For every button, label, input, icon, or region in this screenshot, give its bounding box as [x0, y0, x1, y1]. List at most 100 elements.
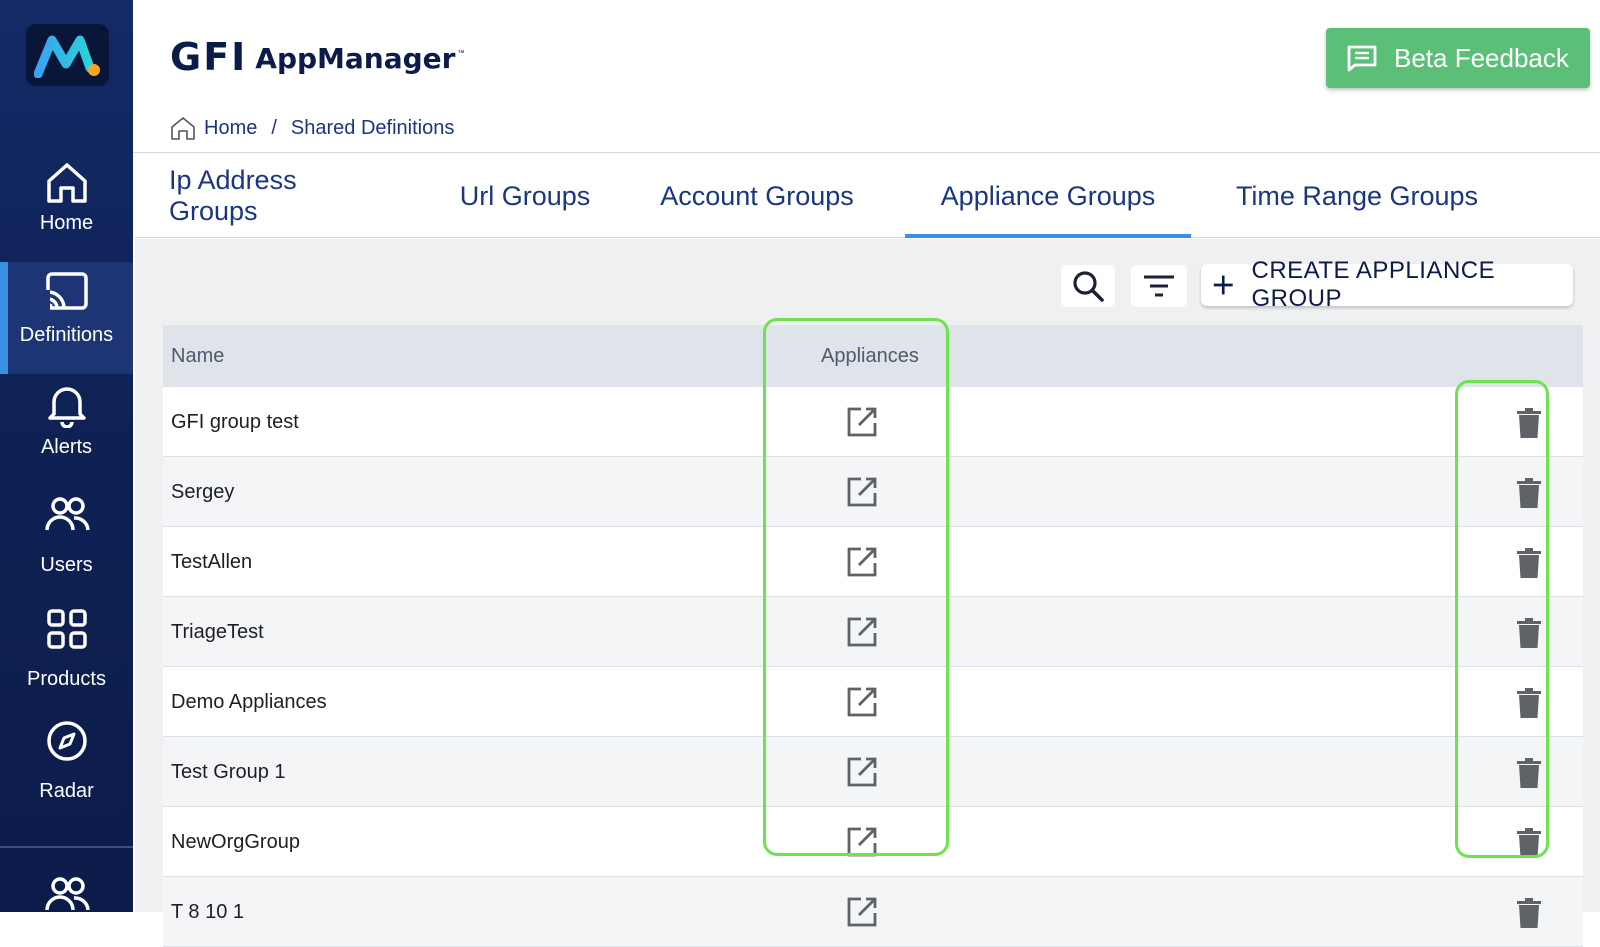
delete-group-button[interactable] — [1515, 897, 1543, 929]
delete-group-button[interactable] — [1515, 687, 1543, 719]
open-appliances-button[interactable] — [845, 755, 879, 789]
sidebar-item-label: Users — [40, 554, 93, 576]
sidebar-item-products[interactable]: Products — [0, 600, 133, 712]
delete-group-button[interactable] — [1515, 477, 1543, 509]
open-appliances-button[interactable] — [845, 895, 879, 929]
breadcrumb: Home / Shared Definitions — [170, 114, 454, 142]
tab-time-range-groups[interactable]: Time Range Groups — [1227, 154, 1487, 238]
table-row: GFI group test — [163, 387, 1583, 457]
open-appliances-button[interactable] — [845, 615, 879, 649]
brand-gfi: GFI — [170, 35, 248, 79]
tab-bar: Ip Address Groups Url Groups Account Gro… — [135, 154, 1600, 238]
search-icon — [1073, 271, 1104, 302]
logo-icon — [34, 35, 100, 78]
home-icon — [47, 163, 87, 203]
users-icon[interactable] — [44, 872, 90, 918]
group-name: GFI group test — [171, 410, 299, 433]
trash-icon — [1517, 618, 1541, 648]
delete-group-button[interactable] — [1515, 547, 1543, 579]
trash-icon — [1517, 478, 1541, 508]
tab-url-groups[interactable]: Url Groups — [457, 154, 593, 238]
search-button[interactable] — [1061, 265, 1115, 307]
breadcrumb-current: Shared Definitions — [290, 116, 455, 139]
trash-icon — [1517, 828, 1541, 858]
trash-icon — [1517, 898, 1541, 928]
trash-icon — [1517, 688, 1541, 718]
delete-group-button[interactable] — [1515, 407, 1543, 439]
table-row: Sergey — [163, 457, 1583, 527]
group-name: Test Group 1 — [171, 760, 286, 783]
header-divider — [133, 152, 1600, 153]
tab-appliance-groups[interactable]: Appliance Groups — [905, 154, 1191, 238]
trash-icon — [1517, 548, 1541, 578]
open-external-icon — [847, 757, 877, 787]
trash-icon — [1517, 408, 1541, 438]
open-appliances-button[interactable] — [845, 685, 879, 719]
group-name: Demo Appliances — [171, 690, 327, 713]
content-area: CREATE APPLIANCE GROUP Name Appliances G… — [135, 239, 1600, 947]
sidebar-item-users[interactable]: Users — [0, 486, 133, 598]
grid-icon — [47, 609, 87, 649]
sidebar-item-label: Products — [27, 668, 106, 690]
group-name: NewOrgGroup — [171, 830, 300, 853]
app-logo[interactable] — [26, 24, 109, 86]
group-name: TriageTest — [171, 620, 264, 643]
open-external-icon — [847, 407, 877, 437]
appliance-groups-table: Name Appliances GFI group test Sergey Test… — [163, 325, 1583, 947]
sidebar-item-home[interactable]: Home — [0, 148, 133, 260]
delete-group-button[interactable] — [1515, 827, 1543, 859]
table-row: TriageTest — [163, 597, 1583, 667]
feedback-icon — [1347, 45, 1377, 72]
trash-icon — [1517, 758, 1541, 788]
open-external-icon — [847, 687, 877, 717]
group-name: TestAllen — [171, 550, 253, 573]
sidebar-item-alerts[interactable]: Alerts — [0, 374, 133, 486]
delete-group-button[interactable] — [1515, 757, 1543, 789]
cast-icon — [46, 272, 88, 310]
table-row: TestAllen — [163, 527, 1583, 597]
sidebar-item-definitions[interactable]: Definitions — [0, 262, 133, 374]
compass-icon — [47, 721, 87, 761]
plus-icon — [1213, 275, 1233, 295]
delete-group-button[interactable] — [1515, 617, 1543, 649]
tab-ip-address-groups[interactable]: Ip Address Groups — [169, 154, 391, 238]
sidebar-divider — [0, 846, 133, 848]
create-appliance-group-label: CREATE APPLIANCE GROUP — [1251, 257, 1496, 312]
sidebar-item-label: Alerts — [40, 436, 93, 458]
sidebar-item-label: Home — [39, 212, 94, 234]
beta-feedback-label: Beta Feedback — [1394, 42, 1569, 73]
group-name: T 8 10 1 — [171, 900, 245, 923]
table-row: Test Group 1 — [163, 737, 1583, 807]
sidebar-item-label: Definitions — [19, 324, 114, 346]
filter-icon — [1144, 275, 1174, 297]
open-appliances-button[interactable] — [845, 545, 879, 579]
brand-trademark: ™ — [457, 50, 465, 57]
column-header-appliances: Appliances — [821, 344, 919, 367]
sidebar-item-radar[interactable]: Radar — [0, 712, 133, 824]
brand-logo: GFI AppManager ™ — [170, 36, 464, 76]
bell-icon — [48, 387, 86, 428]
filter-button[interactable] — [1131, 265, 1187, 307]
tab-account-groups[interactable]: Account Groups — [657, 154, 857, 238]
home-icon[interactable] — [170, 115, 196, 141]
sidebar-item-label: Radar — [39, 780, 94, 802]
table-row: Demo Appliances — [163, 667, 1583, 737]
breadcrumb-separator: / — [271, 116, 277, 139]
open-appliances-button[interactable] — [845, 475, 879, 509]
open-appliances-button[interactable] — [845, 825, 879, 859]
column-header-name[interactable]: Name — [171, 325, 224, 387]
breadcrumb-home-link[interactable]: Home — [204, 117, 257, 140]
create-appliance-group-button[interactable]: CREATE APPLIANCE GROUP — [1201, 257, 1573, 312]
table-body: GFI group test Sergey TestAllen TriageTest D… — [163, 387, 1583, 947]
table-header: Name Appliances — [163, 325, 1583, 387]
table-row: T 8 10 1 — [163, 877, 1583, 947]
open-external-icon — [847, 897, 877, 927]
table-row: NewOrgGroup — [163, 807, 1583, 877]
open-external-icon — [847, 617, 877, 647]
beta-feedback-button[interactable]: Beta Feedback — [1326, 28, 1590, 88]
open-external-icon — [847, 547, 877, 577]
open-appliances-button[interactable] — [845, 405, 879, 439]
brand-appmanager: AppManager — [255, 42, 456, 75]
open-external-icon — [847, 477, 877, 507]
open-external-icon — [847, 827, 877, 857]
